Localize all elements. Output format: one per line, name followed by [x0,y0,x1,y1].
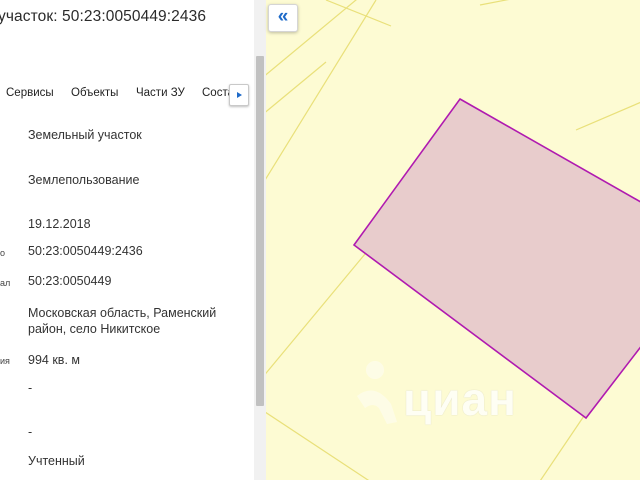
property-value-object-type: Земельный участок [28,128,142,142]
property-value-empty: - [28,425,33,439]
app-window: участок: 50:23:0050449:2436 Сервисы Объе… [0,0,640,480]
info-panel: участок: 50:23:0050449:2436 Сервисы Объе… [0,0,266,480]
property-value-address: Московская область, Раменский район, сел… [28,306,217,336]
tab-parcel-parts[interactable]: Части ЗУ [136,87,185,99]
property-value-cadastral-number: 50:23:0050449:2436 [28,244,143,258]
tab-bar: Сервисы Объекты Части ЗУ Состав [0,84,254,106]
parcel-boundary [266,61,327,113]
parcel-boundary [325,0,392,27]
property-label: ия [0,356,10,366]
parcel-boundary [575,101,640,131]
watermark-text: циан [403,373,517,425]
property-label: ал [0,278,11,288]
parcel-boundary [479,0,510,6]
tab-objects[interactable]: Объекты [71,87,118,99]
property-label: о [0,248,6,258]
double-chevron-left-icon: « [277,6,289,27]
chevron-right-icon [237,92,242,98]
property-value-status: Учтенный [28,454,85,468]
tabs-scroll-right-button[interactable] [229,84,249,106]
property-value-kind: Землепользование [28,173,140,187]
collapse-panel-button[interactable]: « [268,4,298,32]
property-value-cadastral-quarter: 50:23:0050449 [28,274,112,288]
tab-services[interactable]: Сервисы [6,87,54,99]
property-value-area: 994 кв. м [28,353,80,367]
property-value-date: 19.12.2018 [28,217,91,231]
page-title: участок: 50:23:0050449:2436 [0,8,207,25]
property-value-empty: - [28,381,33,395]
scrollbar-thumb[interactable] [256,56,264,406]
